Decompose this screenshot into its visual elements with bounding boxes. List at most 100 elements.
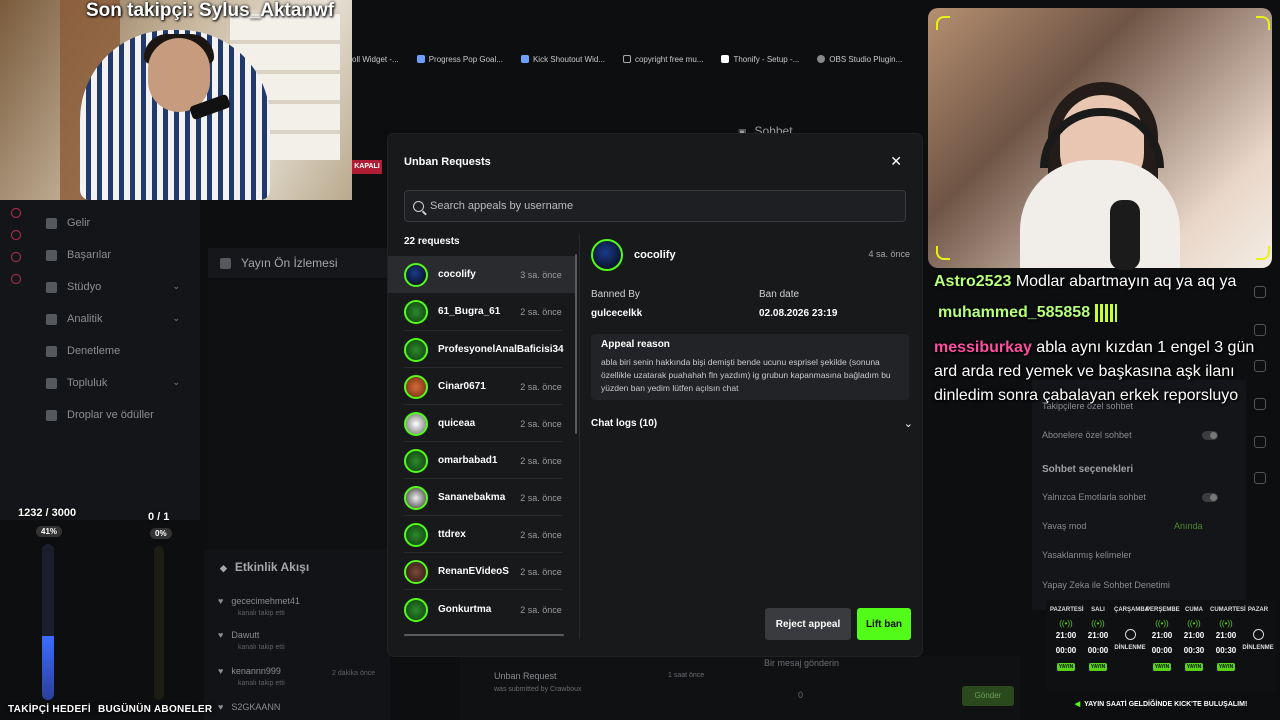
rail-icon[interactable] [1254,286,1266,298]
send-button[interactable]: Gönder [962,686,1014,706]
activity-sub: kanalı takip etti [238,610,285,617]
chat-message: messiburkay abla aynı kızdan 1 engel 3 g… [934,336,1274,408]
dashboard-sidebar [0,200,200,520]
search-icon [413,200,424,212]
chat-message: Astro2523 Modlar abartmayın aq ya aq ya [934,270,1236,294]
sidebar-item-gelir[interactable]: Gelir [46,217,90,229]
sub-badge-icon [1094,303,1117,322]
avatar [404,299,428,324]
request-username: ProfesyonelAnalBaficisi34 [438,344,564,355]
settings-row[interactable]: Yavaş mod [1042,521,1086,531]
activity-user: gececimehmet41 [231,596,300,606]
sidebar-item-droplar[interactable]: Droplar ve ödüller [46,409,154,421]
request-username: 61_Bugra_61 [438,306,501,317]
schedule-day: PAZAR DİNLENME [1242,600,1274,651]
schedule-day: CUMARTESİ ((•)) 21:00 00:30 YAYIN [1210,600,1246,673]
activity-sub: kanalı takip etti [238,644,285,651]
request-item[interactable]: Gonkurtma 2 sa. önce [388,591,576,628]
rail-icon[interactable] [11,208,21,218]
request-time: 3 sa. önce [520,269,562,280]
reject-appeal-button[interactable]: Reject appeal [765,608,851,640]
sub-goal-percent: 0% [150,528,172,539]
rail-icon[interactable] [11,252,21,262]
sidebar-item-label: Gelir [67,217,91,229]
request-item[interactable]: cocolify 3 sa. önce [388,256,576,293]
request-item[interactable]: 61_Bugra_61 2 sa. önce [388,293,576,330]
sidebar-item-analitik[interactable]: Analitik [46,313,102,325]
hammer-icon [46,345,57,357]
settings-row[interactable]: Yapay Zeka ile Sohbet Denetimi [1042,580,1170,590]
sidebar-item-label: Denetleme [67,345,121,357]
bookmark-4[interactable]: Thonify - Setup -... [721,55,799,64]
chevron-down-icon[interactable]: ⌄ [172,313,180,324]
chat-input[interactable]: Bir mesaj gönderin [764,658,839,668]
sidebar-item-studyo[interactable]: Stüdyo [46,281,101,293]
preview-icon [220,257,231,269]
gift-icon [46,409,57,421]
list-scrollbar[interactable] [575,254,577,434]
sidebar-item-basarilar[interactable]: Başarılar [46,249,111,261]
wrench-icon[interactable] [1254,436,1266,448]
rail-icon[interactable] [11,274,21,284]
search-box [404,190,906,222]
microphone [1110,200,1140,270]
rail-icon[interactable] [1254,472,1266,484]
request-item[interactable]: Sananebakma 2 sa. önce [388,479,576,516]
bookmark-3[interactable]: copyright free mu... [622,55,703,64]
bookmark-icon [520,55,529,64]
unban-request-sub: was submitted by Crawboux [494,686,582,693]
emote-only-toggle[interactable] [1202,493,1218,502]
close-icon[interactable]: ✕ [890,154,902,168]
request-item[interactable]: RenanEVideoS 2 sa. önce [388,553,576,590]
bookmark-2[interactable]: Kick Shoutout Wid... [520,55,605,64]
rail-icon[interactable] [11,230,21,240]
schedule-footer-text: YAYIN SAATİ GELDİĞİNDE KICK'TE BULUŞALIM… [1084,701,1248,708]
bookmark-icon [416,55,425,64]
schedule-end: 00:00 [1151,646,1173,655]
schedule-day: SALI ((•)) 21:00 00:00 YAYIN [1082,600,1114,673]
appeal-reason-text: abla biri senin hakkında bişi demişti be… [601,357,891,393]
lift-ban-button[interactable]: Lift ban [857,608,911,640]
bookmark-1[interactable]: Progress Pop Goal... [416,55,503,64]
bookmark-5[interactable]: OBS Studio Plugin... [817,55,902,64]
stream-preview [208,280,388,550]
request-time: 2 sa. önce [520,604,562,615]
settings-row[interactable]: Abonelere özel sohbet [1042,430,1132,440]
live-icon: ((•)) [1187,619,1201,628]
request-item[interactable]: Cinar0671 2 sa. önce [388,368,576,405]
settings-row[interactable]: Yasaklanmış kelimeler [1042,550,1131,560]
stream-screen: oll Widget -... Progress Pop Goal... Kic… [0,0,1280,720]
subscriber-chat-toggle[interactable] [1202,431,1218,440]
search-input[interactable] [430,200,890,212]
chevron-down-icon[interactable]: ⌄ [172,377,180,388]
activity-user: kenannn999 [231,666,281,676]
bookmark-label: Thonify - Setup -... [733,54,800,64]
horizontal-scrollbar[interactable] [404,634,564,636]
schedule-start: 21:00 [1055,631,1077,640]
bookmark-icon [817,55,826,64]
request-item[interactable]: ttdrex 2 sa. önce [388,516,576,553]
sidebar-item-denetleme[interactable]: Denetleme [46,345,120,357]
sidebar-item-topluluk[interactable]: Topluluk [46,377,107,389]
rail-icon[interactable] [1254,324,1266,336]
sidebar-item-label: Analitik [67,313,103,325]
avatar [404,374,428,399]
settings-row[interactable]: Yalnızca Emotlarla sohbet [1042,492,1146,502]
activity-item: ♥ gececimehmet41 [218,596,300,606]
bookmark-0[interactable]: oll Widget -... [352,55,399,64]
request-item[interactable]: quiceaa 2 sa. önce [388,405,576,442]
detail-username: cocolify [634,249,676,261]
activity-sub: kanalı takip etti [238,680,285,687]
request-item[interactable]: ProfesyonelAnalBaficisi34 [388,331,576,368]
offline-badge: KAPALI [352,160,382,174]
sub-goal-count: 0 / 1 [148,511,170,523]
revenue-icon [46,217,57,229]
schedule-rest: DİNLENME [1114,645,1146,651]
follower-goal-percent: 41% [36,526,63,537]
request-item[interactable]: omarbabad1 2 sa. önce [388,442,576,479]
chat-logs-toggle[interactable]: Chat logs (10) ⌄ [591,414,913,432]
preview-title: Yayın Ön İzlemesi [241,256,338,270]
heart-icon: ♥ [218,630,224,640]
chevron-down-icon[interactable]: ⌄ [172,281,180,292]
sidebar-item-label: Başarılar [67,249,112,261]
